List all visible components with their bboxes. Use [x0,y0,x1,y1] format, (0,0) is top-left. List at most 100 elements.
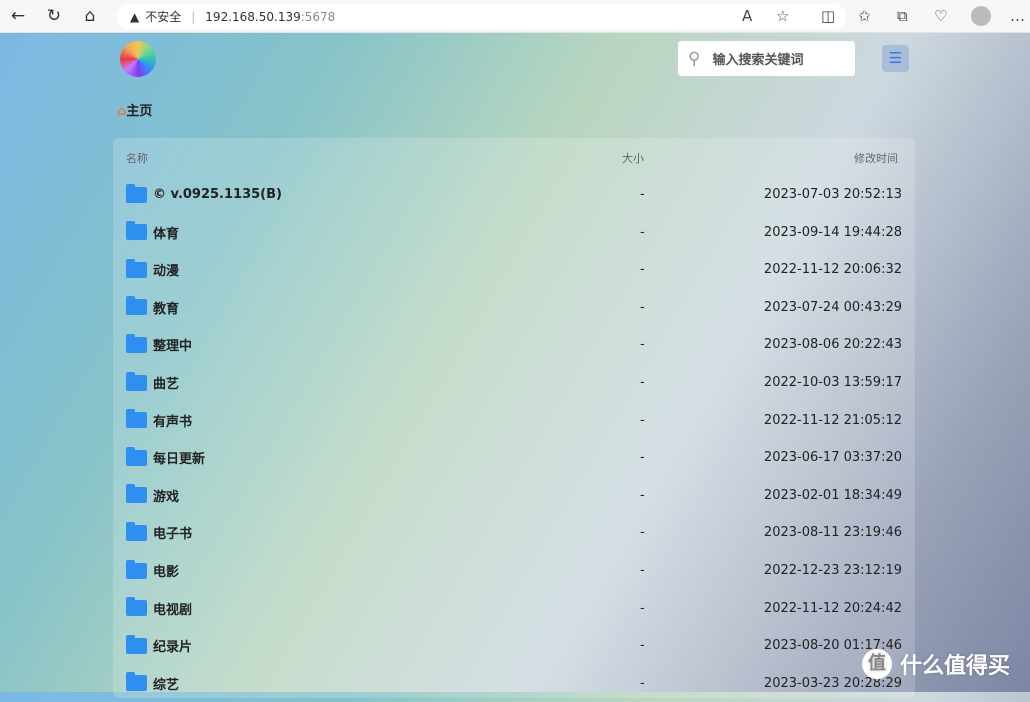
health-icon[interactable]: ♡ [934,7,947,25]
folder-icon [126,634,147,654]
file-name[interactable]: 电子书 [153,523,192,542]
file-name[interactable]: 整理中 [153,335,192,354]
file-name[interactable]: © v.0925.1135(B) [153,187,282,202]
table-row[interactable]: 每日更新 - 2023-06-17 03:37:20 [113,439,915,476]
watermark-text: 什么值得买 [900,654,1011,679]
watermark-badge: 值 [862,649,892,679]
folder-icon [126,409,147,429]
search-placeholder: 输入搜索关键词 [712,53,804,68]
table-row[interactable]: 整理中 - 2023-08-06 20:22:43 [113,326,915,363]
table-row[interactable]: 综艺 - 2023-03-23 20:28:29 [113,665,915,702]
file-mtime: 2022-11-12 20:24:42 [763,600,902,616]
file-size: - [640,600,645,616]
warning-icon: ▲ [130,9,140,24]
refresh-icon[interactable]: ↻ [36,6,72,26]
file-mtime: 2023-08-11 23:19:46 [763,525,902,541]
list-icon: ☰ [888,49,903,67]
file-name[interactable]: 电影 [153,561,179,580]
folder-icon [126,521,147,541]
table-row[interactable]: © v.0925.1135(B) - 2023-07-03 20:52:13 [113,176,915,213]
favorite-star-icon[interactable]: ☆ [776,7,789,25]
folder-icon [126,484,147,504]
file-size: - [640,412,645,428]
url-port: :5678 [300,9,336,24]
file-name[interactable]: 综艺 [153,674,179,693]
folder-icon [126,597,147,617]
favorites-icon[interactable]: ✩ [858,7,871,25]
table-row[interactable]: 曲艺 - 2022-10-03 13:59:17 [113,364,915,401]
folder-icon [126,183,147,203]
file-size: - [640,262,645,278]
table-row[interactable]: 游戏 - 2023-02-01 18:34:49 [113,477,915,514]
browser-toolbar: ← ↻ ⌂ ▲ 不安全 | 192.168.50.139:5678 A ☆ ◫ … [0,0,1030,33]
file-mtime: 2023-07-24 00:43:29 [763,299,902,315]
folder-icon [126,333,147,353]
table-row[interactable]: 电影 - 2022-12-23 23:12:19 [113,552,915,589]
file-name[interactable]: 游戏 [153,486,179,505]
table-row[interactable]: 动漫 - 2022-11-12 20:06:32 [113,251,915,288]
folder-icon [126,296,147,316]
file-name[interactable]: 有声书 [153,411,192,430]
home-icon[interactable]: ⌂ [72,6,108,26]
file-size: - [640,224,645,240]
home-icon: ⌂ [117,104,127,119]
list-view-button[interactable]: ☰ [882,45,909,72]
file-mtime: 2023-09-14 19:44:28 [763,224,902,240]
table-row[interactable]: 纪录片 - 2023-08-20 01:17:46 [113,627,915,664]
file-name[interactable]: 电视剧 [153,599,192,618]
file-name[interactable]: 体育 [153,223,179,242]
search-icon: ⚲ [688,48,701,69]
file-size: - [640,675,645,691]
file-mtime: 2022-11-12 20:06:32 [763,262,902,278]
back-icon[interactable]: ← [0,6,36,26]
folder-icon [126,371,147,391]
file-mtime: 2023-06-17 03:37:20 [763,450,902,466]
column-header-name[interactable]: 名称 [126,150,148,166]
folder-icon [126,559,147,579]
folder-icon [126,446,147,466]
table-row[interactable]: 教育 - 2023-07-24 00:43:29 [113,289,915,326]
file-mtime: 2022-12-23 23:12:19 [763,563,902,578]
file-name[interactable]: 每日更新 [153,448,205,467]
file-size: - [640,337,645,353]
file-name[interactable]: 动漫 [153,260,179,279]
column-header-mtime[interactable]: 修改时间 [854,150,898,166]
url-host: 192.168.50.139 [205,9,301,24]
file-size: - [640,563,645,578]
split-screen-icon[interactable]: ◫ [821,7,835,25]
file-size: - [640,375,645,390]
more-icon[interactable]: … [1010,7,1025,25]
app-logo[interactable] [120,41,156,77]
table-row[interactable]: 体育 - 2023-09-14 19:44:28 [113,214,915,251]
read-aloud-icon[interactable]: A [742,7,752,25]
folder-icon [126,672,147,692]
file-size: - [640,187,645,202]
profile-avatar[interactable] [971,6,991,26]
watermark: 值 什么值得买 [862,648,1010,680]
file-mtime: 2022-10-03 13:59:17 [763,375,902,390]
file-mtime: 2022-11-12 21:05:12 [763,412,902,428]
security-label: 不安全 [145,10,182,24]
file-name[interactable]: 教育 [153,298,179,317]
file-size: - [640,450,645,466]
address-bar[interactable]: ▲ 不安全 | 192.168.50.139:5678 [116,4,846,29]
collections-icon[interactable]: ⧉ [897,7,908,25]
table-row[interactable]: 电子书 - 2023-08-11 23:19:46 [113,514,915,551]
file-size: - [640,487,645,503]
breadcrumb-home: 主页 [126,104,153,119]
file-size: - [640,525,645,541]
folder-icon [126,221,147,241]
breadcrumb[interactable]: ⌂主页 [117,100,152,119]
file-mtime: 2023-02-01 18:34:49 [763,487,902,503]
table-row[interactable]: 电视剧 - 2022-11-12 20:24:42 [113,590,915,627]
search-input[interactable]: ⚲ 输入搜索关键词 [678,41,855,76]
table-row[interactable]: 有声书 - 2022-11-12 21:05:12 [113,402,915,439]
folder-icon [126,258,147,278]
file-name[interactable]: 曲艺 [153,373,179,392]
file-mtime: 2023-07-03 20:52:13 [763,187,902,202]
divider: | [191,9,196,24]
file-name[interactable]: 纪录片 [153,636,192,655]
file-mtime: 2023-08-06 20:22:43 [763,337,902,353]
file-size: - [640,638,645,654]
column-header-size[interactable]: 大小 [622,150,644,166]
